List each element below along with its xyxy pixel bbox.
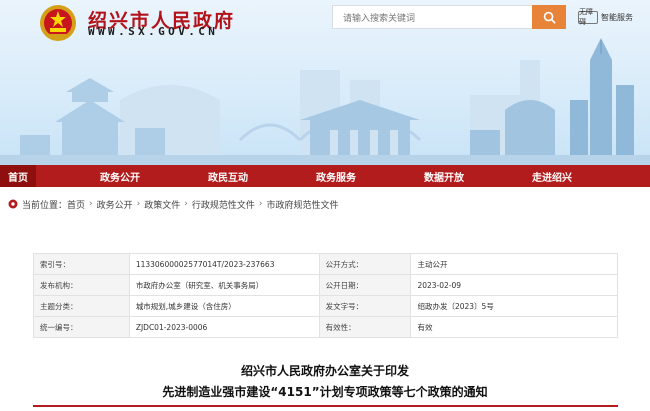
- nav-item-home[interactable]: 首页: [0, 165, 36, 187]
- meta-value: 2023-02-09: [410, 274, 618, 296]
- nav-item-services[interactable]: 政务服务: [290, 165, 382, 187]
- meta-value: 主动公开: [410, 253, 618, 275]
- site-url: WWW.SX.GOV.CN: [88, 25, 219, 38]
- breadcrumb-prefix: 当前位置：: [22, 200, 68, 211]
- main-nav: 首页 政务公开 政民互动 政务服务 数据开放 走进绍兴: [0, 165, 650, 187]
- nav-item-open-data[interactable]: 数据开放: [398, 165, 490, 187]
- meta-value: 城市规划,城乡建设（含住房）: [129, 295, 320, 317]
- breadcrumb-separator: ›: [136, 199, 141, 209]
- breadcrumb-item-city-normative-docs[interactable]: 市政府规范性文件: [267, 198, 339, 211]
- search-button[interactable]: [532, 5, 566, 29]
- nav-item-interaction[interactable]: 政民互动: [182, 165, 274, 187]
- table-row: 主题分类： 城市规划,城乡建设（含住房） 发文字号： 绍政办发〔2023〕5号: [33, 295, 618, 317]
- breadcrumb-item-gov-affairs[interactable]: 政务公开: [97, 198, 133, 211]
- meta-label: 公开日期：: [319, 274, 412, 296]
- breadcrumb-separator: ›: [258, 199, 263, 209]
- meta-label: 统一编号：: [33, 316, 130, 338]
- breadcrumb-separator: ›: [184, 199, 188, 209]
- meta-label: 发布机构：: [33, 274, 130, 296]
- accessibility-toggle[interactable]: 无障碍 智能服务: [578, 8, 633, 26]
- document-title-line2: 先进制造业强市建设“4151”计划专项政策等七个政策的通知: [162, 385, 488, 399]
- meta-value: 绍政办发〔2023〕5号: [410, 295, 618, 317]
- header-banner: 绍兴市人民政府 WWW.SX.GOV.CN 无障碍 智能服务: [0, 0, 650, 165]
- meta-value: 有效: [410, 316, 618, 338]
- meta-value: ZJDC01-2023-0006: [129, 316, 320, 338]
- breadcrumb-item-normative-docs[interactable]: 行政规范性文件: [192, 198, 255, 211]
- meta-label: 索引号：: [33, 253, 130, 275]
- document-title: 绍兴市人民政府办公室关于印发 先进制造业强市建设“4151”计划专项政策等七个政…: [0, 361, 650, 403]
- meta-value: 市政府办公室（研究室、机关事务局）: [129, 274, 320, 296]
- search-input[interactable]: [333, 8, 532, 30]
- location-pin-icon: [8, 199, 18, 209]
- nav-item-gov-affairs[interactable]: 政务公开: [74, 165, 166, 187]
- table-row: 统一编号： ZJDC01-2023-0006 有效性： 有效: [33, 316, 618, 338]
- meta-label: 有效性：: [319, 316, 412, 338]
- table-row: 索引号： 11330600002577014T/2023-237663 公开方式…: [33, 253, 618, 275]
- breadcrumb: 当前位置： 首页 › 政务公开 › 政策文件 › 行政规范性文件 › 市政府规范…: [0, 196, 339, 212]
- accessibility-icon: 无障碍: [578, 8, 598, 26]
- accessibility-label: 智能服务: [601, 12, 633, 22]
- meta-label: 主题分类：: [33, 295, 130, 317]
- national-emblem-icon: [40, 5, 76, 41]
- title-divider: [33, 405, 618, 407]
- document-title-line1: 绍兴市人民政府办公室关于印发: [240, 364, 409, 378]
- meta-label: 公开方式：: [319, 253, 412, 275]
- meta-value: 11330600002577014T/2023-237663: [129, 253, 320, 275]
- breadcrumb-item-home[interactable]: 首页: [67, 198, 85, 211]
- search-box: [332, 5, 532, 30]
- meta-label: 发文字号：: [319, 295, 412, 317]
- breadcrumb-item-policy-docs[interactable]: 政策文件: [144, 198, 180, 211]
- table-row: 发布机构： 市政府办公室（研究室、机关事务局） 公开日期： 2023-02-09: [33, 274, 618, 296]
- document-metadata-table: 索引号： 11330600002577014T/2023-237663 公开方式…: [33, 253, 618, 338]
- search-icon: [543, 11, 555, 23]
- breadcrumb-separator: ›: [89, 199, 93, 209]
- nav-item-about-shaoxing[interactable]: 走进绍兴: [506, 165, 598, 187]
